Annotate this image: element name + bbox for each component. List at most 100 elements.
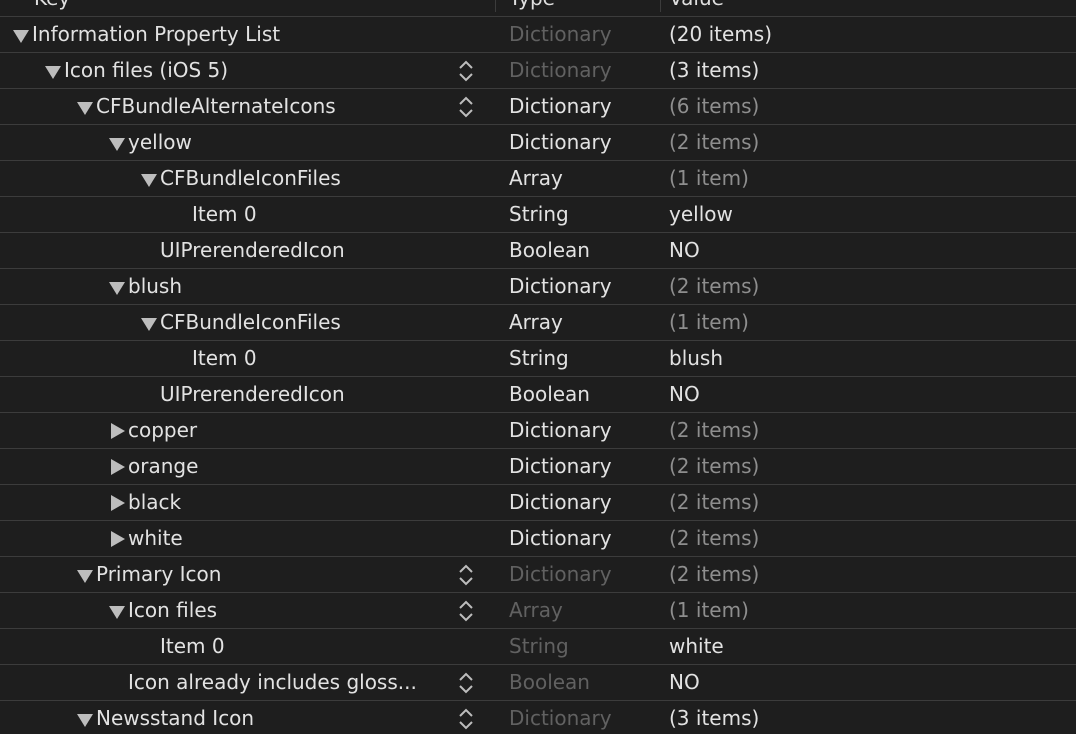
row-key[interactable]: CFBundleAlternateIcons: [76, 89, 336, 124]
type-column-header[interactable]: Type: [509, 0, 555, 10]
row-key[interactable]: Item 0: [172, 341, 257, 376]
outline-row[interactable]: UIPrerenderedIcon Boolean NO: [0, 233, 1076, 269]
row-type[interactable]: Dictionary: [509, 17, 612, 52]
row-value[interactable]: NO: [669, 377, 700, 412]
disclosure-expanded-icon[interactable]: [140, 170, 158, 188]
row-value[interactable]: (1 item): [669, 305, 749, 340]
key-popup-stepper-icon[interactable]: [458, 707, 474, 731]
outline-row[interactable]: black Dictionary (2 items): [0, 485, 1076, 521]
row-key[interactable]: copper: [108, 413, 197, 448]
row-key[interactable]: black: [108, 485, 181, 520]
row-value[interactable]: NO: [669, 665, 700, 700]
row-key[interactable]: Item 0: [172, 197, 257, 232]
column-divider[interactable]: [495, 0, 496, 12]
row-type[interactable]: Dictionary: [509, 701, 612, 734]
row-type[interactable]: Dictionary: [509, 557, 612, 592]
row-key[interactable]: Newsstand Icon: [76, 701, 254, 734]
outline-row[interactable]: copper Dictionary (2 items): [0, 413, 1076, 449]
row-key[interactable]: blush: [108, 269, 182, 304]
row-type[interactable]: Dictionary: [509, 449, 612, 484]
disclosure-expanded-icon[interactable]: [108, 602, 126, 620]
row-type[interactable]: String: [509, 341, 569, 376]
row-value[interactable]: (2 items): [669, 125, 759, 160]
row-key[interactable]: yellow: [108, 125, 192, 160]
row-key[interactable]: CFBundleIconFiles: [140, 305, 341, 340]
outline-row[interactable]: blush Dictionary (2 items): [0, 269, 1076, 305]
row-value[interactable]: white: [669, 629, 724, 664]
row-type[interactable]: Dictionary: [509, 53, 612, 88]
disclosure-expanded-icon[interactable]: [76, 710, 94, 728]
key-column-header[interactable]: Key: [34, 0, 70, 10]
key-popup-stepper-icon[interactable]: [458, 95, 474, 119]
row-value[interactable]: (2 items): [669, 485, 759, 520]
row-value[interactable]: (3 items): [669, 53, 759, 88]
row-value[interactable]: (20 items): [669, 17, 772, 52]
row-value[interactable]: (2 items): [669, 269, 759, 304]
row-value[interactable]: (2 items): [669, 521, 759, 556]
row-key[interactable]: UIPrerenderedIcon: [140, 377, 345, 412]
row-type[interactable]: Dictionary: [509, 413, 612, 448]
row-key[interactable]: Primary Icon: [76, 557, 221, 592]
row-type[interactable]: Array: [509, 305, 563, 340]
outline-row[interactable]: Item 0 String white: [0, 629, 1076, 665]
outline-row[interactable]: CFBundleAlternateIcons Dictionary (6 items…: [0, 89, 1076, 125]
row-value[interactable]: (6 items): [669, 89, 759, 124]
row-type[interactable]: Boolean: [509, 377, 590, 412]
row-type[interactable]: Dictionary: [509, 125, 612, 160]
row-value[interactable]: (1 item): [669, 161, 749, 196]
outline-row[interactable]: Information Property List Dictionary (20 i…: [0, 17, 1076, 53]
row-value[interactable]: (2 items): [669, 413, 759, 448]
row-type[interactable]: Dictionary: [509, 269, 612, 304]
row-key[interactable]: Icon files: [108, 593, 217, 628]
disclosure-expanded-icon[interactable]: [140, 314, 158, 332]
row-key[interactable]: UIPrerenderedIcon: [140, 233, 345, 268]
outline-row[interactable]: Item 0 String yellow: [0, 197, 1076, 233]
disclosure-collapsed-icon[interactable]: [108, 530, 126, 548]
row-value[interactable]: yellow: [669, 197, 733, 232]
row-value[interactable]: (2 items): [669, 557, 759, 592]
key-popup-stepper-icon[interactable]: [458, 563, 474, 587]
row-value[interactable]: blush: [669, 341, 723, 376]
row-key[interactable]: Icon files (iOS 5): [44, 53, 228, 88]
disclosure-expanded-icon[interactable]: [108, 278, 126, 296]
row-type[interactable]: Dictionary: [509, 521, 612, 556]
row-type[interactable]: Dictionary: [509, 89, 612, 124]
row-type[interactable]: Dictionary: [509, 485, 612, 520]
outline-row[interactable]: Newsstand Icon Dictionary (3 items): [0, 701, 1076, 734]
outline-row[interactable]: Primary Icon Dictionary (2 items): [0, 557, 1076, 593]
row-type[interactable]: Array: [509, 593, 563, 628]
row-value[interactable]: NO: [669, 233, 700, 268]
disclosure-collapsed-icon[interactable]: [108, 494, 126, 512]
outline-row[interactable]: Icon files Array (1 item): [0, 593, 1076, 629]
row-value[interactable]: (1 item): [669, 593, 749, 628]
row-key[interactable]: white: [108, 521, 183, 556]
disclosure-expanded-icon[interactable]: [76, 566, 94, 584]
outline-row[interactable]: Item 0 String blush: [0, 341, 1076, 377]
outline-row[interactable]: CFBundleIconFiles Array (1 item): [0, 161, 1076, 197]
row-type[interactable]: String: [509, 197, 569, 232]
outline-row[interactable]: orange Dictionary (2 items): [0, 449, 1076, 485]
column-divider[interactable]: [660, 0, 661, 12]
outline-row[interactable]: CFBundleIconFiles Array (1 item): [0, 305, 1076, 341]
row-type[interactable]: Boolean: [509, 665, 590, 700]
disclosure-expanded-icon[interactable]: [76, 98, 94, 116]
row-type[interactable]: Boolean: [509, 233, 590, 268]
row-key[interactable]: Icon already includes gloss...: [108, 665, 417, 700]
row-key[interactable]: CFBundleIconFiles: [140, 161, 341, 196]
key-popup-stepper-icon[interactable]: [458, 599, 474, 623]
disclosure-expanded-icon[interactable]: [108, 134, 126, 152]
disclosure-collapsed-icon[interactable]: [108, 422, 126, 440]
disclosure-expanded-icon[interactable]: [44, 62, 62, 80]
key-popup-stepper-icon[interactable]: [458, 59, 474, 83]
disclosure-collapsed-icon[interactable]: [108, 458, 126, 476]
row-value[interactable]: (3 items): [669, 701, 759, 734]
value-column-header[interactable]: Value: [669, 0, 724, 10]
row-type[interactable]: Array: [509, 161, 563, 196]
outline-row[interactable]: Icon already includes gloss... Boolean NO: [0, 665, 1076, 701]
outline-row[interactable]: Icon files (iOS 5) Dictionary (3 items): [0, 53, 1076, 89]
row-type[interactable]: String: [509, 629, 569, 664]
key-popup-stepper-icon[interactable]: [458, 671, 474, 695]
outline-row[interactable]: UIPrerenderedIcon Boolean NO: [0, 377, 1076, 413]
row-key[interactable]: Item 0: [140, 629, 225, 664]
row-value[interactable]: (2 items): [669, 449, 759, 484]
